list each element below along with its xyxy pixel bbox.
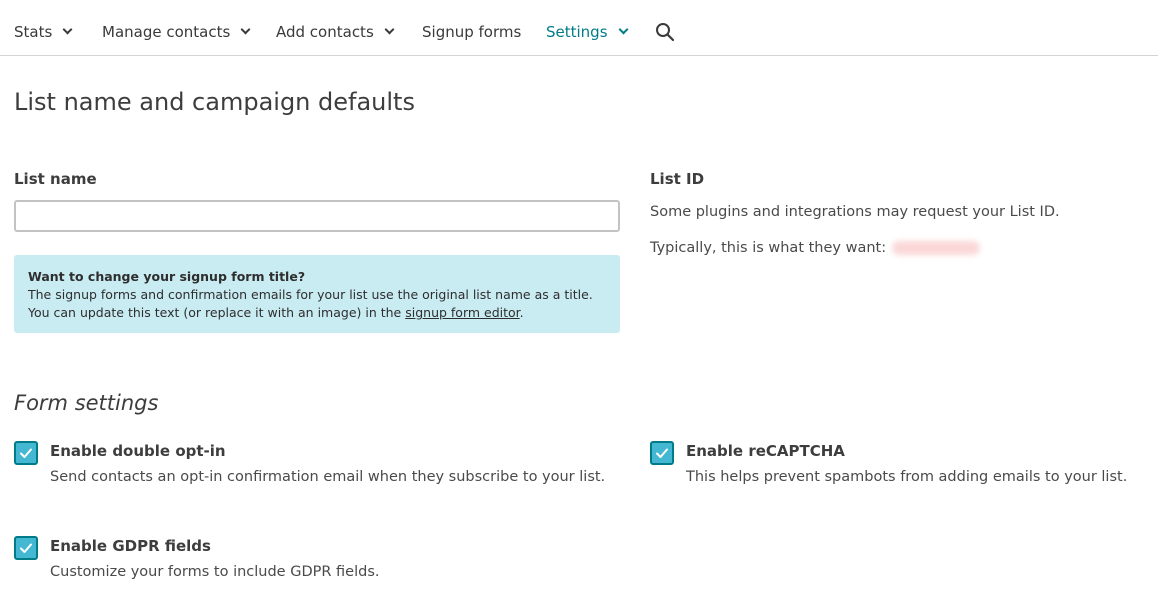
top-nav: Stats Manage contacts Add contacts Signu… [0,0,1158,56]
search-icon[interactable] [655,22,675,42]
nav-manage-contacts[interactable]: Manage contacts [102,20,251,44]
chevron-down-icon [384,24,395,35]
checkmark-icon [20,448,32,458]
chevron-down-icon [62,24,73,35]
info-box-after-link: . [519,305,524,320]
list-id-typical: Typically, this is what they want: [650,240,981,256]
form-settings-heading: Form settings [14,391,159,415]
nav-add-contacts-label: Add contacts [276,23,374,41]
recaptcha-label: Enable reCAPTCHA [686,442,845,460]
redacted-list-id [892,241,981,255]
nav-manage-contacts-label: Manage contacts [102,23,231,41]
nav-stats[interactable]: Stats [14,20,73,44]
gdpr-fields-description: Customize your forms to include GDPR fie… [50,564,380,580]
double-opt-in-checkbox[interactable] [14,441,38,465]
list-id-typical-text: Typically, this is what they want: [650,240,887,256]
double-opt-in-description: Send contacts an opt-in confirmation ema… [50,469,606,485]
checkmark-icon [20,543,32,553]
signup-form-editor-link[interactable]: signup form editor [405,305,519,320]
nav-stats-label: Stats [14,23,53,41]
checkmark-icon [656,448,668,458]
list-id-description: Some plugins and integrations may reques… [650,204,1060,220]
nav-add-contacts[interactable]: Add contacts [276,20,395,44]
list-name-label: List name [14,170,97,188]
nav-settings-label: Settings [546,23,608,41]
double-opt-in-label: Enable double opt-in [50,442,226,460]
signup-title-info-box: Want to change your signup form title? T… [14,255,620,333]
recaptcha-checkbox[interactable] [650,441,674,465]
gdpr-fields-checkbox[interactable] [14,536,38,560]
list-name-input[interactable] [14,200,620,232]
nav-signup-forms-label: Signup forms [422,23,522,41]
info-box-title: Want to change your signup form title? [28,269,306,284]
page-title: List name and campaign defaults [14,88,415,116]
gdpr-fields-label: Enable GDPR fields [50,537,211,555]
chevron-down-icon [240,24,251,35]
chevron-down-icon [618,24,628,35]
nav-signup-forms[interactable]: Signup forms [422,20,521,44]
nav-settings[interactable]: Settings [546,20,628,44]
list-id-label: List ID [650,170,705,188]
recaptcha-description: This helps prevent spambots from adding … [686,469,1128,485]
